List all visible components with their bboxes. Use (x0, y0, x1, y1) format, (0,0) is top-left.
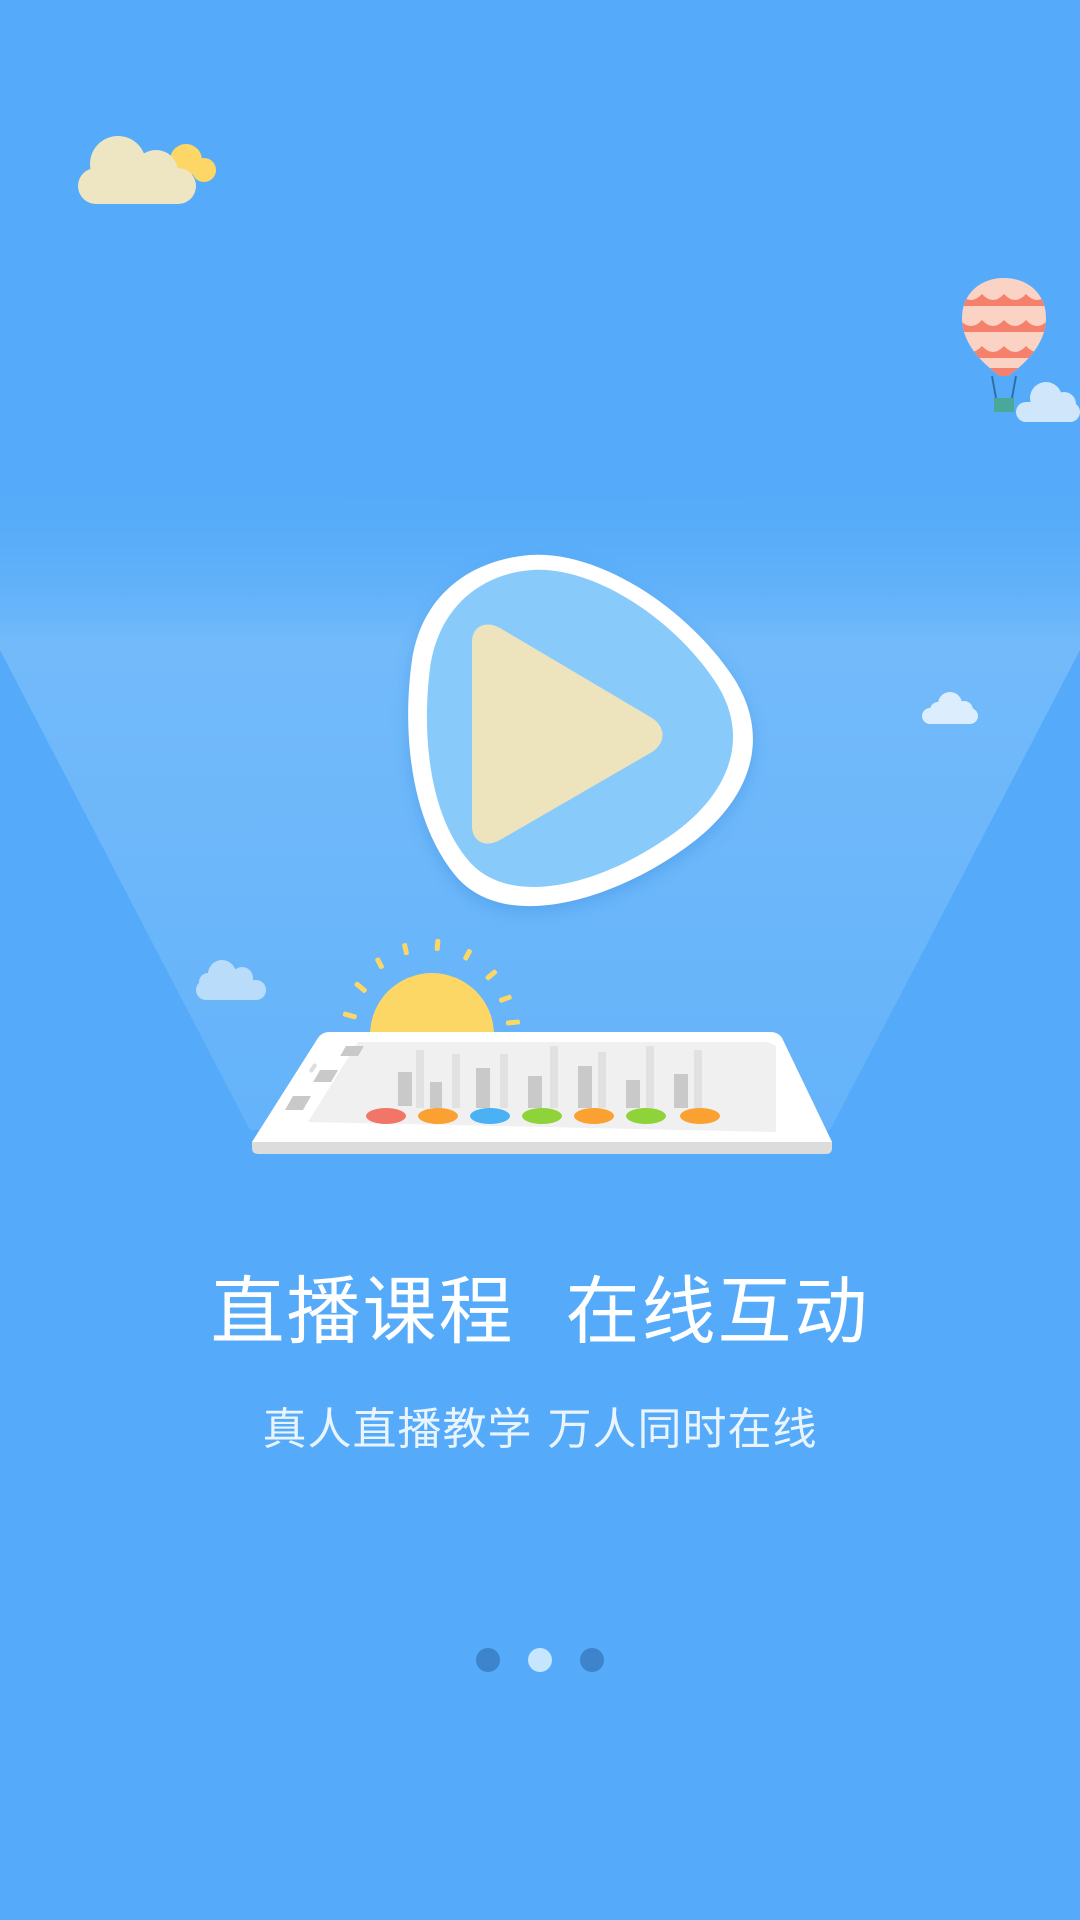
page-dot[interactable] (476, 1648, 500, 1672)
page-dot[interactable] (580, 1648, 604, 1672)
onboarding-subtitle: 真人直播教学 万人同时在线 (262, 1404, 818, 1455)
onboarding-screen: 直播课程 在线互动 真人直播教学 万人同时在线 (0, 0, 1080, 1920)
page-indicator (0, 1648, 1080, 1672)
onboarding-title: 直播课程 在线互动 (210, 1269, 870, 1355)
cloud-icon (1016, 382, 1080, 422)
tablet-icon (252, 1032, 832, 1154)
light-beam (0, 480, 1080, 1130)
sun-icon (342, 938, 520, 1035)
cloud-icon (922, 692, 978, 724)
play-icon[interactable] (390, 540, 770, 930)
cloud-icon (196, 960, 266, 1000)
page-dot-active[interactable] (528, 1648, 552, 1672)
cloud-icon (78, 136, 216, 204)
